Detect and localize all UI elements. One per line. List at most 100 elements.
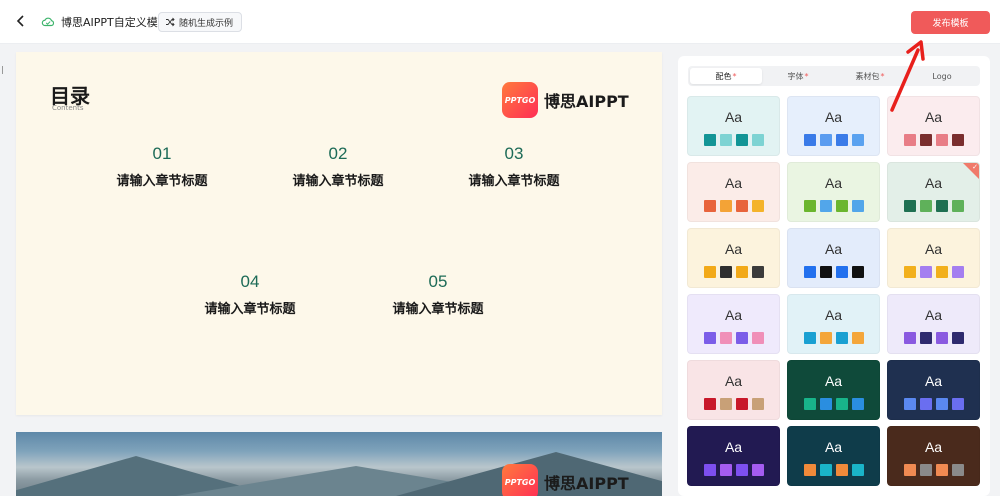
color-swatch (951, 134, 964, 146)
color-swatch (851, 134, 864, 146)
color-swatch (703, 398, 716, 410)
color-swatch (935, 464, 948, 476)
top-bar: 博思AIPPT自定义模板 随机生成示例 发布模板 (0, 0, 1000, 44)
color-swatch (935, 398, 948, 410)
color-swatch-row (688, 134, 779, 146)
color-scheme-card[interactable]: Aa (887, 228, 980, 288)
random-example-button[interactable]: 随机生成示例 (158, 12, 243, 32)
tab-label: 字体 (787, 71, 804, 81)
color-swatch-row (688, 266, 779, 278)
color-scheme-card[interactable]: Aa (687, 96, 780, 156)
color-scheme-card[interactable]: Aa (787, 294, 880, 354)
color-swatch (703, 266, 716, 278)
chapter-title: 请输入章节标题 (116, 174, 208, 189)
font-preview-label: Aa (724, 439, 743, 455)
color-swatch-row (888, 134, 979, 146)
tab-color-scheme[interactable]: 配色 * (690, 68, 762, 84)
color-swatch-row (888, 332, 979, 344)
color-swatch (803, 134, 816, 146)
color-scheme-card[interactable]: Aa (787, 426, 880, 486)
tab-label: 配色 (715, 71, 732, 81)
color-swatch (735, 398, 748, 410)
color-scheme-card[interactable]: Aa (787, 162, 880, 222)
chapter-item[interactable]: 01 请输入章节标题 (87, 144, 237, 189)
publish-template-button[interactable]: 发布模板 (911, 11, 990, 34)
font-preview-label: Aa (724, 307, 743, 323)
color-swatch (903, 266, 916, 278)
color-swatch (819, 200, 832, 212)
chapter-number: 03 (504, 144, 524, 163)
color-swatch-row (788, 332, 879, 344)
brand-logo-text: 博思AIPPT (544, 92, 629, 111)
color-scheme-card[interactable]: Aa (787, 228, 880, 288)
color-swatch-row (688, 464, 779, 476)
annotation-arrow-icon (890, 40, 925, 112)
tab-label: 素材包 (855, 71, 880, 81)
color-swatch (919, 464, 932, 476)
font-preview-label: Aa (924, 307, 943, 323)
color-swatch (835, 266, 848, 278)
color-swatch (903, 398, 916, 410)
brand-logo-text: 博思AIPPT (544, 474, 629, 493)
color-swatch (819, 464, 832, 476)
color-swatch (935, 332, 948, 344)
font-preview-label: Aa (824, 373, 843, 389)
color-scheme-card[interactable]: Aa (787, 96, 880, 156)
slide-subheading: Contents (52, 104, 84, 112)
color-scheme-card[interactable]: Aa (687, 228, 780, 288)
color-swatch-row (788, 398, 879, 410)
color-scheme-card[interactable]: Aa (687, 426, 780, 486)
slide-preview-toc[interactable]: 目录 Contents PPTGO 博思AIPPT 01 请输入章节标题 02 … (16, 52, 662, 415)
color-scheme-card[interactable]: Aa (687, 360, 780, 420)
color-swatch-row (688, 200, 779, 212)
color-swatch (903, 200, 916, 212)
color-scheme-card[interactable]: Aa (887, 426, 980, 486)
tab-label: Logo (932, 71, 952, 81)
chapter-item[interactable]: 02 请输入章节标题 (263, 144, 413, 189)
color-swatch-row (788, 134, 879, 146)
color-swatch-row (788, 200, 879, 212)
chapter-title: 请输入章节标题 (204, 302, 296, 317)
font-preview-label: Aa (824, 439, 843, 455)
resize-handle[interactable] (2, 66, 3, 74)
color-swatch (751, 266, 764, 278)
color-swatch (735, 266, 748, 278)
chapter-number: 01 (152, 144, 172, 163)
color-swatch (719, 266, 732, 278)
color-swatch (919, 266, 932, 278)
color-swatch (851, 200, 864, 212)
color-scheme-card[interactable]: Aa (887, 294, 980, 354)
color-scheme-card[interactable]: Aa (787, 360, 880, 420)
slide-preview-cover[interactable]: PPTGO 博思AIPPT (16, 432, 662, 496)
color-scheme-card[interactable]: Aa (687, 162, 780, 222)
color-swatch (803, 464, 816, 476)
color-swatch (719, 332, 732, 344)
font-preview-label: Aa (724, 241, 743, 257)
color-swatch (803, 398, 816, 410)
chapter-item[interactable]: 03 请输入章节标题 (439, 144, 589, 189)
shuffle-icon (166, 17, 175, 27)
color-swatch (803, 200, 816, 212)
required-star: * (880, 71, 885, 81)
font-preview-label: Aa (824, 175, 843, 191)
required-star: * (732, 71, 737, 81)
color-swatch (951, 332, 964, 344)
brand-logo: PPTGO 博思AIPPT (502, 464, 629, 496)
style-panel: 配色* 字体* 素材包* Logo AaAaAaAaAaAaAaAaAaAaAa… (678, 56, 990, 496)
color-swatch-row (888, 200, 979, 212)
color-scheme-card[interactable]: Aa (887, 162, 980, 222)
back-button[interactable] (12, 12, 30, 30)
chapter-item[interactable]: 05 请输入章节标题 (363, 272, 513, 317)
color-scheme-card[interactable]: Aa (887, 360, 980, 420)
tab-font[interactable]: 字体 * (762, 68, 834, 84)
color-swatch (903, 464, 916, 476)
chapter-title: 请输入章节标题 (392, 302, 484, 317)
color-swatch-row (788, 464, 879, 476)
color-swatch-row (888, 464, 979, 476)
color-swatch (819, 134, 832, 146)
chapter-item[interactable]: 04 请输入章节标题 (175, 272, 325, 317)
color-swatch (703, 332, 716, 344)
color-scheme-card[interactable]: Aa (687, 294, 780, 354)
color-swatch (919, 134, 932, 146)
document-title[interactable]: 博思AIPPT自定义模板 (61, 14, 169, 30)
